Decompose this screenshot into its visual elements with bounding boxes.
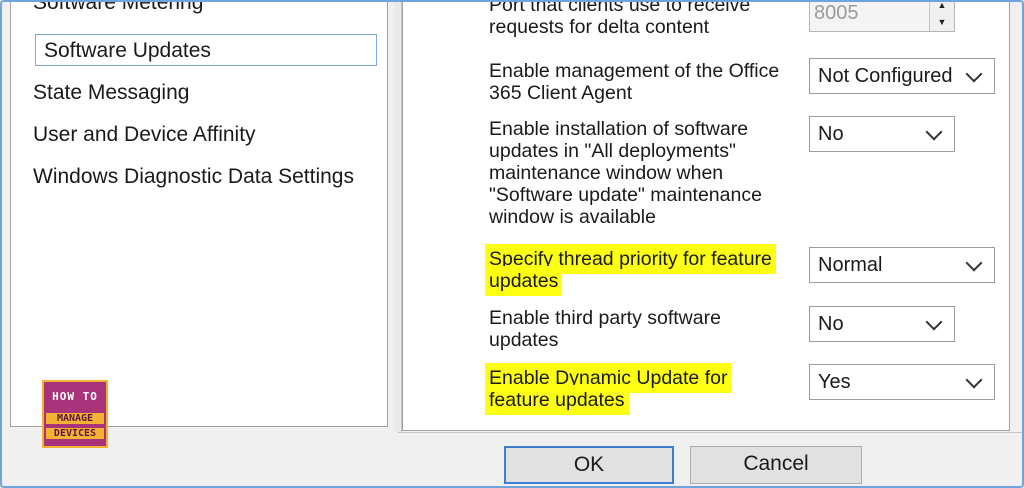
nav-item-state-messaging[interactable]: State Messaging [33, 76, 189, 110]
thread-priority-value: Normal [818, 254, 883, 276]
dynamic-update-value: Yes [818, 371, 851, 393]
delta-port-value: 8005 [814, 2, 859, 24]
splitter[interactable] [394, 2, 402, 432]
third-party-value: No [818, 313, 844, 335]
dynamic-update-select[interactable]: Yes [809, 364, 995, 400]
all-deployments-value: No [818, 123, 844, 145]
third-party-label: Enable third party software updates [489, 307, 721, 351]
delta-port-label: Port that clients use to receive request… [489, 0, 751, 38]
office365-value: Not Configured [818, 65, 953, 87]
logo-line1: HOW TO [52, 390, 98, 403]
nav-item-software-updates[interactable]: Software Updates [35, 34, 377, 66]
thread-priority-text: Specify thread priority for feature upda… [485, 244, 776, 296]
client-settings-list: Software Metering Software Updates State… [10, 2, 388, 427]
dynamic-update-label: Enable Dynamic Update for feature update… [485, 363, 779, 415]
chevron-down-icon [925, 313, 943, 331]
dialog-frame: Software Metering Software Updates State… [0, 0, 1024, 488]
button-separator [398, 432, 1022, 433]
spin-up-icon[interactable]: ▲ [930, 2, 954, 14]
settings-panel: Port that clients use to receive request… [402, 2, 1010, 431]
third-party-select[interactable]: No [809, 306, 955, 342]
thread-priority-select[interactable]: Normal [809, 247, 995, 283]
nav-item-windows-diagnostic-data[interactable]: Windows Diagnostic Data Settings [33, 160, 354, 194]
delta-port-spinner[interactable]: 8005 ▲ ▼ [809, 2, 955, 32]
cancel-button[interactable]: Cancel [690, 446, 862, 484]
chevron-down-icon [965, 371, 983, 389]
ok-button[interactable]: OK [504, 446, 674, 484]
office365-select[interactable]: Not Configured [809, 58, 995, 94]
all-deployments-select[interactable]: No [809, 116, 955, 152]
chevron-down-icon [965, 65, 983, 83]
chevron-down-icon [925, 123, 943, 141]
logo-line3: DEVICES [46, 428, 104, 439]
all-deployments-label: Enable installation of software updates … [489, 118, 762, 228]
nav-item-user-device-affinity[interactable]: User and Device Affinity [33, 118, 256, 152]
chevron-down-icon [965, 254, 983, 272]
dynamic-update-text: Enable Dynamic Update for feature update… [485, 363, 732, 415]
nav-item-software-metering[interactable]: Software Metering [33, 2, 203, 20]
spin-down-icon[interactable]: ▼ [930, 14, 954, 31]
thread-priority-label: Specify thread priority for feature upda… [485, 244, 789, 296]
how-to-manage-devices-logo: HOW TO MANAGE DEVICES [42, 380, 108, 448]
logo-line2: MANAGE [46, 413, 104, 424]
spinner-buttons[interactable]: ▲ ▼ [929, 2, 954, 31]
office365-label: Enable management of the Office 365 Clie… [489, 60, 780, 104]
